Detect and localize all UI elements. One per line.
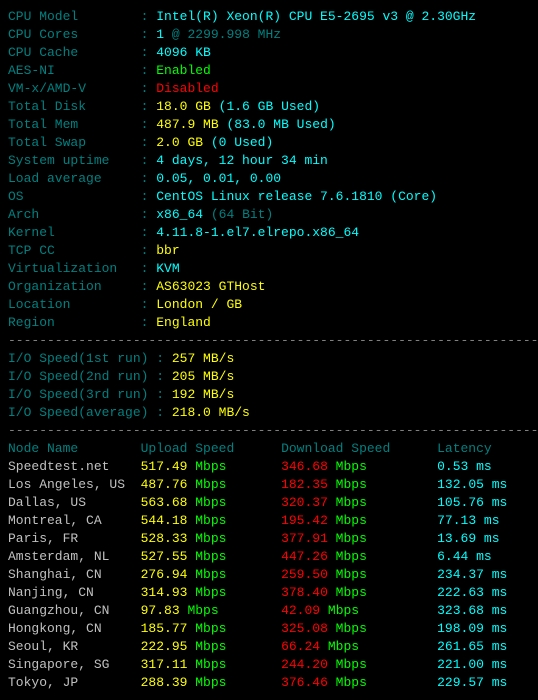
sysinfo-row: Location : London / GB — [8, 296, 530, 314]
sysinfo-row: Total Swap : 2.0 GB (0 Used) — [8, 134, 530, 152]
io-row: I/O Speed(2nd run) : 205 MB/s — [8, 368, 530, 386]
net-row: Hongkong, CN 185.77 Mbps 325.08 Mbps 198… — [8, 620, 530, 638]
sysinfo-row: Total Mem : 487.9 MB (83.0 MB Used) — [8, 116, 530, 134]
net-row: Los Angeles, US 487.76 Mbps 182.35 Mbps … — [8, 476, 530, 494]
net-row: Nanjing, CN 314.93 Mbps 378.40 Mbps 222.… — [8, 584, 530, 602]
net-row: Seoul, KR 222.95 Mbps 66.24 Mbps 261.65 … — [8, 638, 530, 656]
sysinfo-row: Region : England — [8, 314, 530, 332]
net-row: Singapore, SG 317.11 Mbps 244.20 Mbps 22… — [8, 656, 530, 674]
io-row: I/O Speed(3rd run) : 192 MB/s — [8, 386, 530, 404]
net-row: Montreal, CA 544.18 Mbps 195.42 Mbps 77.… — [8, 512, 530, 530]
net-row: Tokyo, JP 288.39 Mbps 376.46 Mbps 229.57… — [8, 674, 530, 692]
divider: ----------------------------------------… — [8, 422, 530, 440]
sysinfo-row: Load average : 0.05, 0.01, 0.00 — [8, 170, 530, 188]
net-row: Amsterdam, NL 527.55 Mbps 447.26 Mbps 6.… — [8, 548, 530, 566]
sysinfo-row: Virtualization : KVM — [8, 260, 530, 278]
terminal-output: CPU Model : Intel(R) Xeon(R) CPU E5-2695… — [8, 8, 530, 692]
net-row: Speedtest.net 517.49 Mbps 346.68 Mbps 0.… — [8, 458, 530, 476]
net-row: Shanghai, CN 276.94 Mbps 259.50 Mbps 234… — [8, 566, 530, 584]
divider: ----------------------------------------… — [8, 332, 530, 350]
sysinfo-row: OS : CentOS Linux release 7.6.1810 (Core… — [8, 188, 530, 206]
sysinfo-row: CPU Cache : 4096 KB — [8, 44, 530, 62]
net-row: Guangzhou, CN 97.83 Mbps 42.09 Mbps 323.… — [8, 602, 530, 620]
sysinfo-row: Organization : AS63023 GTHost — [8, 278, 530, 296]
sysinfo-row: AES-NI : Enabled — [8, 62, 530, 80]
sysinfo-row: Kernel : 4.11.8-1.el7.elrepo.x86_64 — [8, 224, 530, 242]
sysinfo-row: Arch : x86_64 (64 Bit) — [8, 206, 530, 224]
io-row: I/O Speed(average) : 218.0 MB/s — [8, 404, 530, 422]
io-row: I/O Speed(1st run) : 257 MB/s — [8, 350, 530, 368]
net-row: Paris, FR 528.33 Mbps 377.91 Mbps 13.69 … — [8, 530, 530, 548]
sysinfo-row: CPU Model : Intel(R) Xeon(R) CPU E5-2695… — [8, 8, 530, 26]
sysinfo-row: System uptime : 4 days, 12 hour 34 min — [8, 152, 530, 170]
sysinfo-row: VM-x/AMD-V : Disabled — [8, 80, 530, 98]
sysinfo-row: Total Disk : 18.0 GB (1.6 GB Used) — [8, 98, 530, 116]
net-row: Dallas, US 563.68 Mbps 320.37 Mbps 105.7… — [8, 494, 530, 512]
sysinfo-row: TCP CC : bbr — [8, 242, 530, 260]
net-header: Node Name Upload Speed Download Speed La… — [8, 440, 530, 458]
sysinfo-row: CPU Cores : 1 @ 2299.998 MHz — [8, 26, 530, 44]
